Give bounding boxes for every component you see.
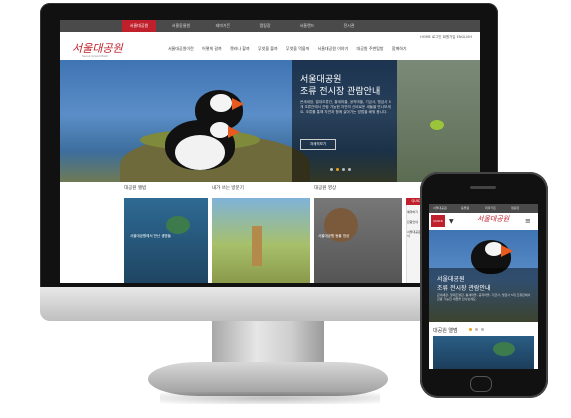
phone-puffin-beak [501, 245, 513, 257]
phone-dot-2[interactable] [475, 328, 478, 331]
phone-quick-button[interactable]: QUICK [431, 215, 445, 227]
nav-item-about[interactable]: 서울대공원이란 [168, 46, 194, 51]
section-title-album: 대공원 앨범 [124, 186, 147, 191]
album-caption: 서울대공원에서 만난 생명들 [130, 234, 171, 238]
phone-section-title: 대공원 앨범 [433, 328, 458, 334]
section-title-video: 대공원 영상 [314, 186, 337, 191]
hero-dot-3[interactable] [342, 168, 345, 171]
phone-hero-description: 큰새새장, 열대조류관, 황새마을, 공작마을, 기금사, 맹금사 5개 조류관… [437, 293, 531, 301]
phone-hamburger-icon[interactable]: ≡ [525, 217, 531, 225]
phone-dot-1[interactable] [469, 328, 472, 331]
giraffe-illustration [252, 226, 262, 266]
turtle-illustration [166, 216, 190, 234]
puffin-front-beak [228, 126, 240, 138]
utility-links[interactable]: HOME 로그인 회원가입 ENGLISH [420, 35, 472, 40]
topbar-tab-grandpark[interactable]: 서울대공원 [122, 20, 156, 32]
phone-dot-3[interactable] [481, 328, 484, 331]
topbar-tab-exhibit[interactable]: 전시관 [332, 20, 366, 32]
hero-title-line2: 조류 전시장 관람안내 [300, 87, 381, 97]
phone-logo[interactable]: 서울대공원 [477, 214, 509, 224]
nav-item-together[interactable]: 함께하기 [392, 46, 407, 51]
site-logo-sub: Seoul Grand Park [82, 54, 108, 58]
hero-pagination [330, 156, 354, 175]
phone-topbar: 서울대공원 동물원 테마가든 캠핑장 [429, 204, 538, 213]
phone-hero-pagination [469, 316, 487, 335]
phone-topbar-item-1[interactable]: 서울대공원 [433, 204, 447, 213]
topbar-tab-garden[interactable]: 테마가든 [206, 20, 240, 32]
topbar-tab-zoo[interactable]: 서울동물원 [164, 20, 198, 32]
album-thumbnail[interactable]: 서울대공원에서 만난 생명들 [124, 198, 208, 283]
nav-item-nearby[interactable]: 대공원 주변탐방 [357, 46, 384, 51]
section-title-visit: 내가 쓰는 방문기 [212, 186, 244, 191]
video-caption: 서울대공원 동물 영상 [318, 234, 350, 238]
phone-screen: 서울대공원 동물원 테마가든 캠핑장 QUICK ▼ 서울대공원 ≡ 서울대공원… [429, 204, 538, 369]
stand-shadow [160, 392, 380, 404]
phone-speaker [470, 186, 496, 189]
puffin-front-belly [175, 135, 225, 170]
phone-menu-icon[interactable]: ▼ [449, 218, 454, 225]
topbar-tab-seoulland[interactable]: 서울랜드 [290, 20, 324, 32]
phone-turtle-illustration [493, 342, 515, 356]
puffin-back-face [210, 94, 232, 112]
nav-item-story[interactable]: 서울대공원 이야기 [318, 46, 349, 51]
hero-dot-1[interactable] [330, 168, 333, 171]
phone-album-thumbnail[interactable] [433, 336, 534, 369]
phone-hero-title-line2: 조류 전시장 관람안내 [437, 285, 491, 292]
visit-thumbnail[interactable] [212, 198, 310, 283]
nav-item-see[interactable]: 무엇을 볼까 [258, 46, 278, 51]
nav-item-eat[interactable]: 무엇을 먹을까 [286, 46, 309, 51]
hero-bird-illustration [430, 120, 444, 130]
monitor-stand-base [148, 362, 388, 396]
phone-topbar-item-4[interactable]: 캠핑장 [511, 204, 519, 213]
site-topbar: 서울대공원 서울동물원 테마가든 캠핑장 서울랜드 전시관 [60, 20, 480, 32]
puffin-front-face [210, 122, 230, 138]
phone-topbar-item-2[interactable]: 동물원 [461, 204, 469, 213]
hero-dot-2[interactable] [336, 168, 339, 171]
puffin-back-beak [232, 98, 244, 110]
hero-dot-4[interactable] [348, 168, 351, 171]
hero-more-button[interactable]: 자세히보기 [300, 139, 336, 150]
nav-item-activities[interactable]: 렛러나 할까 [230, 46, 250, 51]
nav-item-directions[interactable]: 어떻게 갈까 [202, 46, 222, 51]
topbar-tab-camping[interactable]: 캠핑장 [248, 20, 282, 32]
phone-hero-title-line1: 서울대공원 [437, 276, 465, 283]
main-nav: 서울대공원이란 어떻게 갈까 렛러나 할까 무엇을 볼까 무엇을 먹을까 서울대… [168, 46, 414, 56]
phone-home-button[interactable] [470, 376, 492, 392]
monitor-screen: 서울대공원 서울동물원 테마가든 캠핑장 서울랜드 전시관 HOME 로그인 회… [60, 20, 480, 283]
hero-description: 큰새새장, 열대조류관, 황새마을, 공작마을, 기금사, 맹금사 5개 조류관… [300, 100, 391, 114]
phone-topbar-item-3[interactable]: 테마가든 [485, 204, 496, 213]
video-thumbnail[interactable]: 서울대공원 동물 영상 [314, 198, 402, 283]
